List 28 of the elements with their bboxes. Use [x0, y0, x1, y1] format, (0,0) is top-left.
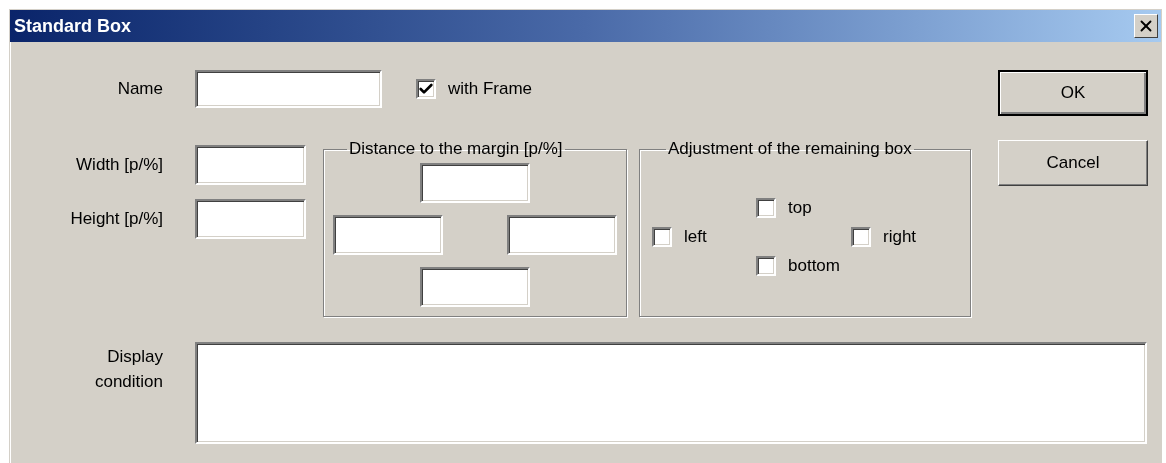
checkbox-label: bottom	[788, 254, 840, 277]
checkbox[interactable]	[851, 226, 871, 247]
close-button[interactable]	[1134, 14, 1158, 38]
checkbox-label: with Frame	[448, 78, 533, 101]
group-title: Adjustment of the remaining box	[667, 139, 913, 159]
text-field[interactable]	[420, 163, 530, 203]
checkbox[interactable]	[756, 197, 776, 218]
text-field[interactable]	[195, 199, 306, 239]
window-title: Standard Box	[13, 14, 132, 38]
text-field[interactable]	[195, 145, 306, 185]
checkbox[interactable]	[416, 79, 436, 99]
checkbox[interactable]	[756, 255, 776, 276]
text-field[interactable]	[333, 215, 443, 255]
text-field[interactable]	[507, 215, 617, 255]
checkbox-label: top	[788, 196, 812, 219]
dialog-button[interactable]: OK	[998, 70, 1148, 116]
text-field[interactable]	[195, 70, 382, 108]
field-label: Width [p/%]	[75, 154, 163, 177]
checkbox[interactable]	[652, 226, 672, 247]
group-title: Distance to the margin [p/%]	[348, 139, 564, 159]
checkbox-label: left	[684, 225, 707, 248]
field-label: Display condition	[93, 346, 163, 393]
condition-text-area[interactable]	[195, 342, 1147, 444]
text-field[interactable]	[420, 267, 530, 307]
checkbox-label: right	[883, 225, 917, 248]
dialog-button[interactable]: Cancel	[998, 140, 1148, 186]
field-label: Height [p/%]	[69, 208, 163, 231]
field-label: Name	[116, 78, 163, 101]
